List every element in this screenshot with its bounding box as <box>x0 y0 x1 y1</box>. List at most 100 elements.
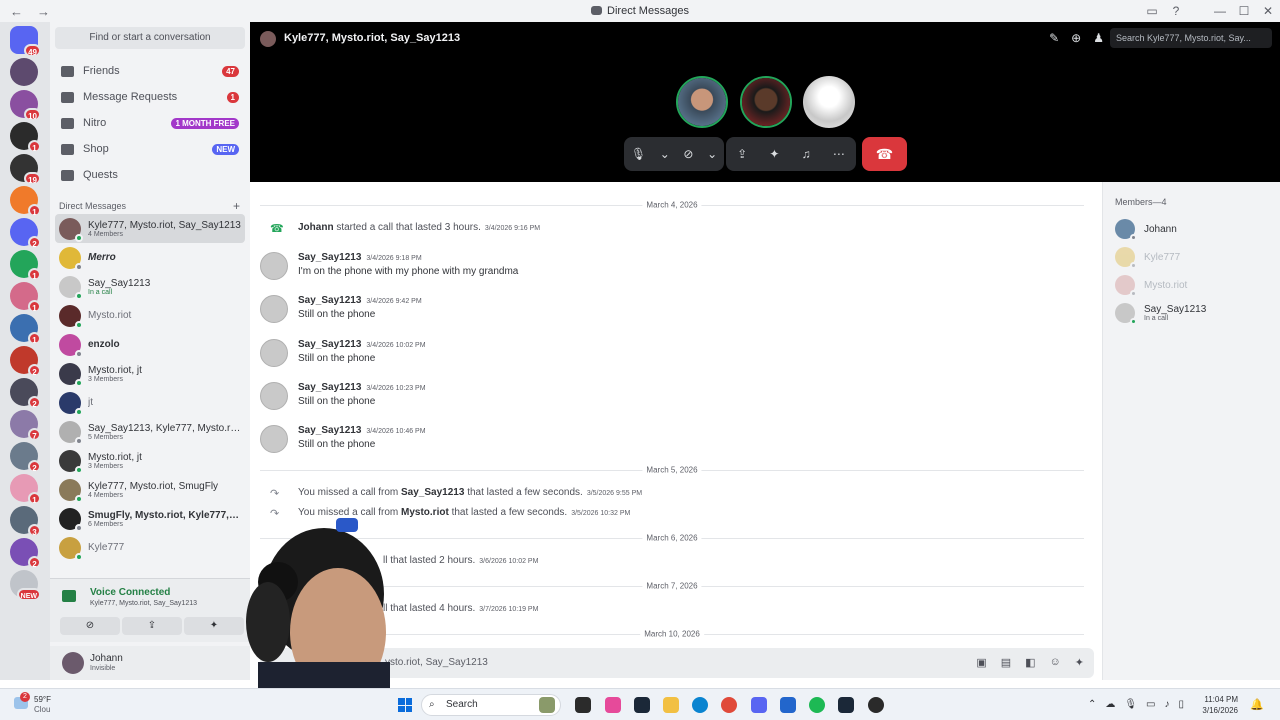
dm-item[interactable]: Kyle777, Mysto.riot, Say_Say1213 4 Member… <box>55 214 245 243</box>
camera-off-icon[interactable]: ⊘ <box>683 147 693 161</box>
channel-search-input[interactable]: Search Kyle777, Mysto.riot, Say... <box>1110 28 1272 48</box>
server-icon[interactable]: 2 <box>10 218 41 249</box>
member-item[interactable]: Mysto.riot <box>1103 271 1280 299</box>
message-author[interactable]: Say_Say1213 3/4/2026 9:42 PM <box>298 295 422 306</box>
member-item[interactable]: Kyle777 <box>1103 243 1280 271</box>
call-participant-johann[interactable] <box>676 76 728 128</box>
dm-item[interactable]: Say_Say1213, Kyle777, Mysto.rio... 5 Memb… <box>55 417 245 446</box>
share-screen-icon[interactable]: ⇪ <box>737 147 747 161</box>
help-icon[interactable]: ? <box>1164 4 1188 18</box>
emoji-icon[interactable]: ☺ <box>1050 656 1061 669</box>
dm-item[interactable]: Merro <box>55 243 245 272</box>
volume-icon[interactable]: ♪ <box>1164 699 1169 710</box>
server-icon[interactable]: 1 <box>10 474 41 505</box>
steam-alt-icon[interactable] <box>838 697 854 713</box>
dm-item[interactable]: Kyle777, Mysto.riot, SmugFly 4 Members <box>55 475 245 504</box>
windows-start-icon[interactable] <box>398 698 412 712</box>
nav-item-quests[interactable]: Quests <box>55 162 245 188</box>
activities-icon[interactable]: ✦ <box>769 147 779 161</box>
dm-item[interactable]: Mysto.riot, jt 3 Members <box>55 446 245 475</box>
hang-up-button[interactable]: ☎ <box>862 137 907 171</box>
file-explorer-icon[interactable] <box>663 697 679 713</box>
signal-icon[interactable] <box>62 590 76 602</box>
discord-taskbar-icon[interactable] <box>751 697 767 713</box>
voice-status[interactable]: Voice Connected <box>90 587 170 598</box>
server-icon[interactable] <box>10 58 38 86</box>
more-options-icon[interactable]: ⋯ <box>833 147 845 161</box>
server-icon[interactable]: 1 <box>10 314 41 345</box>
dm-item[interactable]: Say_Say1213 In a call <box>55 272 245 301</box>
message-author[interactable]: Say_Say1213 3/4/2026 10:02 PM <box>298 339 426 350</box>
network-icon[interactable]: ▭ <box>1146 699 1155 710</box>
message-avatar[interactable] <box>260 339 288 367</box>
mic-tray-icon[interactable]: 🎙 <box>1124 699 1137 710</box>
server-icon[interactable]: 2 <box>10 538 41 569</box>
server-icon[interactable]: 1 <box>10 186 41 217</box>
chevron-down-icon[interactable]: ⌄ <box>660 147 670 161</box>
missed-call-actor[interactable]: Mysto.riot <box>401 507 449 518</box>
dm-item[interactable]: Kyle777 <box>55 533 245 562</box>
nav-item-nitro[interactable]: Nitro 1 MONTH FREE <box>55 110 245 136</box>
server-icon[interactable]: 2 <box>10 442 41 473</box>
weather-widget[interactable]: 59°F Clou <box>34 695 51 715</box>
app-icon[interactable] <box>868 697 884 713</box>
dm-item[interactable]: Mysto.riot <box>55 301 245 330</box>
tray-expand-icon[interactable]: ⌃ <box>1088 699 1096 710</box>
gif-icon[interactable]: ▤ <box>1001 656 1011 669</box>
user-avatar[interactable] <box>62 652 84 674</box>
create-dm-icon[interactable]: + <box>233 199 240 213</box>
microphone-icon[interactable]: 🎙 <box>631 147 646 161</box>
message-avatar[interactable] <box>260 295 288 323</box>
edge-icon[interactable] <box>692 697 708 713</box>
missed-call-actor[interactable]: Say_Say1213 <box>401 487 464 498</box>
member-list-icon[interactable]: ♟ <box>1093 31 1104 45</box>
message-author[interactable]: Say_Say1213 3/4/2026 10:23 PM <box>298 382 426 393</box>
close-button[interactable]: ✕ <box>1256 4 1280 18</box>
chevron-down-icon[interactable]: ⌄ <box>707 147 717 161</box>
call-participant-say_say1213[interactable] <box>803 76 855 128</box>
server-icon[interactable]: 1 <box>10 250 41 281</box>
pin-icon[interactable]: ✎ <box>1049 31 1059 45</box>
server-icon[interactable]: 49 <box>10 26 41 57</box>
server-icon[interactable]: 2 <box>10 378 41 409</box>
server-icon[interactable]: NEW <box>10 570 41 601</box>
store-icon[interactable] <box>780 697 796 713</box>
member-item[interactable]: Johann <box>1103 215 1280 243</box>
server-icon[interactable]: 7 <box>10 410 41 441</box>
voice-channel[interactable]: Kyle777, Mysto.riot, Say_Say1213 <box>90 600 197 607</box>
soundboard-icon[interactable]: ♫ <box>802 147 811 161</box>
message-avatar[interactable] <box>260 425 288 453</box>
message-author-name[interactable]: Say_Say1213 <box>298 425 361 436</box>
call-actor[interactable]: Johann <box>298 222 334 233</box>
dm-item[interactable]: enzolo <box>55 330 245 359</box>
maximize-button[interactable]: ☐ <box>1232 4 1256 18</box>
message-author-name[interactable]: Say_Say1213 <box>298 382 361 393</box>
server-icon[interactable]: 2 <box>10 346 41 377</box>
dm-item[interactable]: Mysto.riot, jt 3 Members <box>55 359 245 388</box>
message-author[interactable]: Say_Say1213 3/4/2026 10:46 PM <box>298 425 426 436</box>
spotify-icon[interactable] <box>809 697 825 713</box>
message-author-name[interactable]: Say_Say1213 <box>298 252 361 263</box>
message-avatar[interactable] <box>260 252 288 280</box>
message-avatar[interactable] <box>260 382 288 410</box>
widgets-icon[interactable] <box>539 697 555 713</box>
inbox-icon[interactable]: ▭ <box>1140 4 1164 18</box>
call-participant-kyle777[interactable] <box>740 76 792 128</box>
member-item[interactable]: Say_Say1213 In a call <box>1103 299 1280 327</box>
notifications-icon[interactable]: 🔔 <box>1250 698 1264 711</box>
user-name[interactable]: Johann <box>90 653 123 664</box>
apps-icon[interactable]: ✦ <box>1075 656 1084 669</box>
message-author[interactable]: Say_Say1213 3/4/2026 9:18 PM <box>298 252 422 263</box>
clock[interactable]: 11:04 PM 3/16/2026 <box>1202 694 1238 716</box>
dm-item[interactable]: SmugFly, Mysto.riot, Kyle777, B... 6 Memb… <box>55 504 245 533</box>
copilot-icon[interactable] <box>605 697 621 713</box>
dm-item[interactable]: jt <box>55 388 245 417</box>
nav-item-friends[interactable]: Friends 47 <box>55 58 245 84</box>
nav-item-shop[interactable]: Shop NEW <box>55 136 245 162</box>
message-author-name[interactable]: Say_Say1213 <box>298 339 361 350</box>
minimize-button[interactable]: — <box>1208 4 1232 18</box>
battery-icon[interactable]: ▯ <box>1178 699 1184 710</box>
server-icon[interactable]: 19 <box>10 154 41 185</box>
gift-icon[interactable]: ▣ <box>976 656 986 669</box>
find-conversation-button[interactable]: Find or start a conversation <box>55 27 245 49</box>
